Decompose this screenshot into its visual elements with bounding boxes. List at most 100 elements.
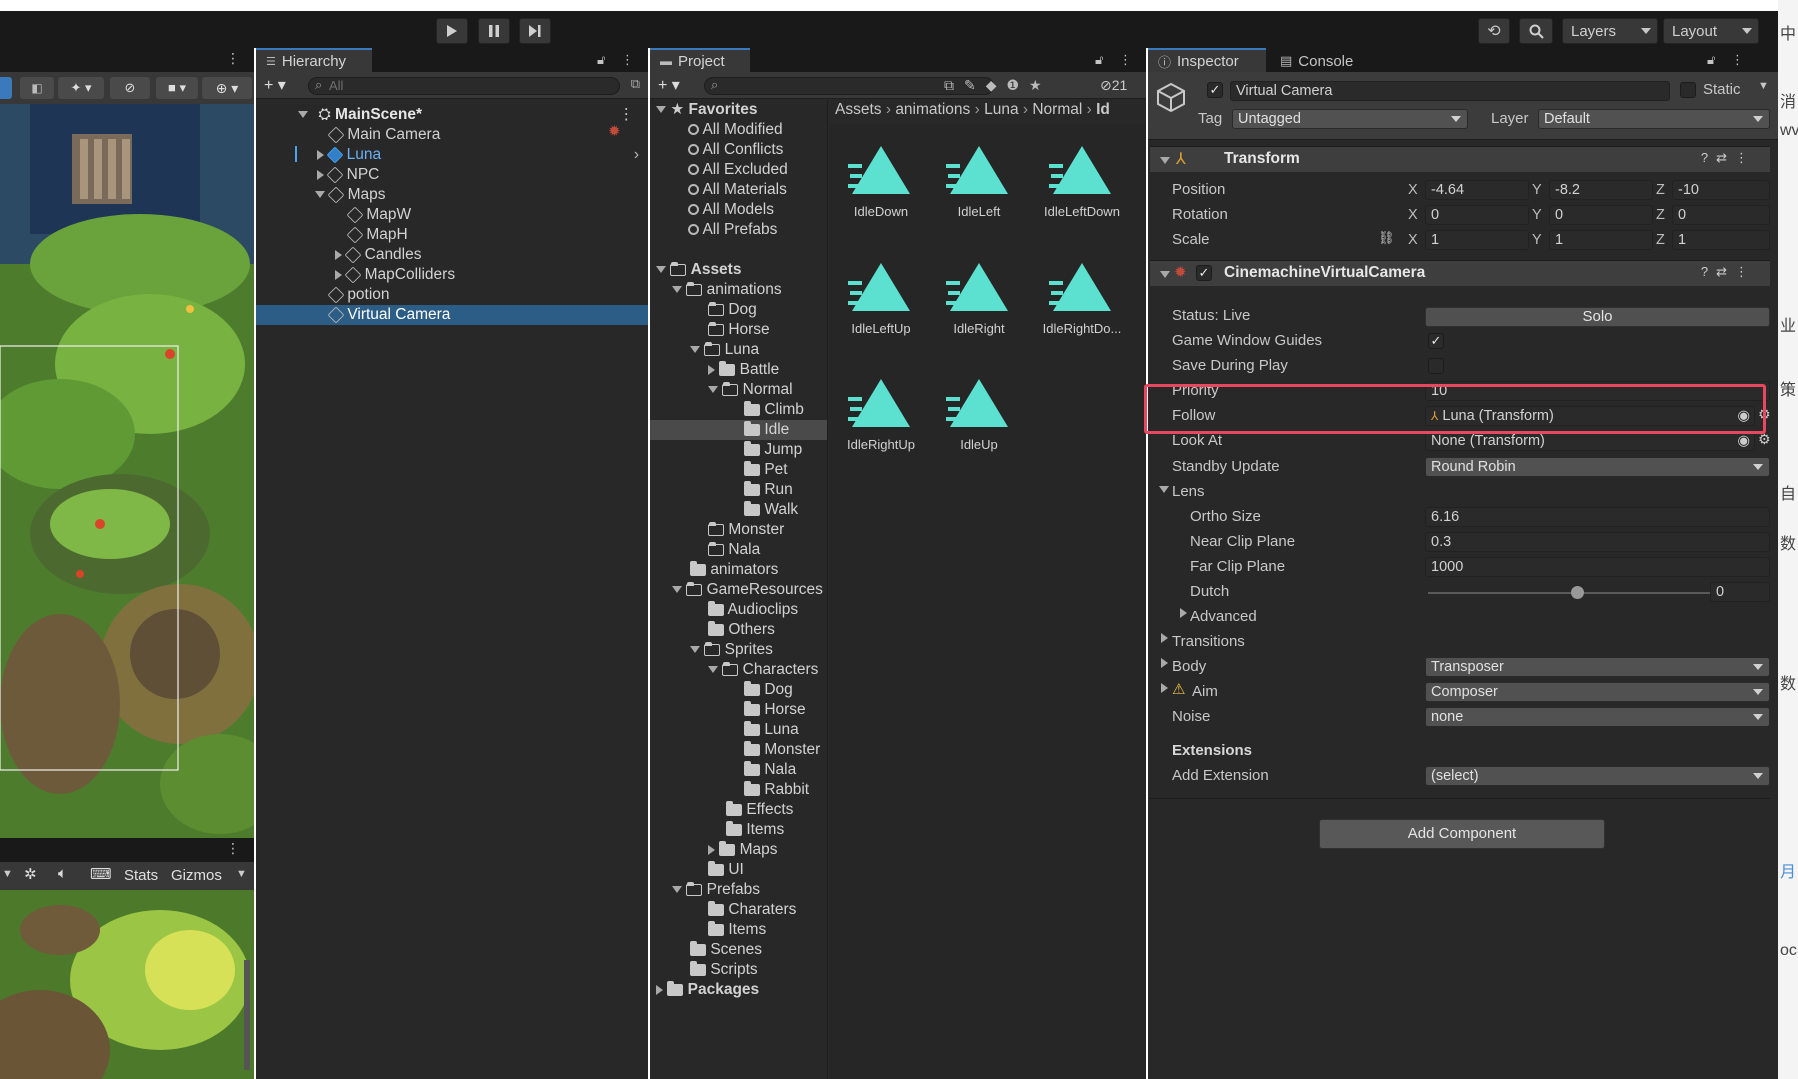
list-item[interactable]: Horse [708, 320, 770, 340]
ortho-size-field[interactable]: 6.16 [1425, 507, 1770, 527]
static-checkbox[interactable] [1680, 82, 1696, 98]
chevron-right-icon[interactable] [335, 269, 342, 280]
chevron-down-icon[interactable] [690, 646, 700, 654]
list-item[interactable]: Assets [656, 260, 741, 280]
chevron-right-icon[interactable] [1161, 633, 1168, 643]
add-icon[interactable]: + ▾ [658, 75, 680, 95]
tool-handle[interactable] [0, 77, 12, 99]
dutch-slider[interactable] [1428, 586, 1726, 599]
rotation-z-field[interactable]: 0 [1672, 205, 1770, 225]
list-item[interactable]: MapH [346, 225, 408, 245]
list-item[interactable]: UI [708, 860, 744, 880]
layers-dropdown[interactable]: Layers [1562, 18, 1658, 44]
object-picker-icon[interactable]: ◉ [1737, 432, 1750, 450]
scene-visibility-icon[interactable]: ⧉ [631, 76, 640, 92]
chevron-down-icon[interactable] [298, 111, 308, 119]
audio-icon[interactable]: 🔈︎ [58, 865, 67, 882]
history-button[interactable]: ⟲ [1478, 18, 1510, 44]
chevron-right-icon[interactable] [335, 249, 342, 260]
list-item[interactable]: MapColliders [335, 265, 455, 285]
gizmos-button[interactable]: Gizmos [171, 867, 222, 884]
transitions-label[interactable]: Transitions [1172, 632, 1245, 652]
list-item[interactable]: Jump [744, 440, 802, 460]
list-item[interactable]: animators [690, 560, 778, 580]
list-item[interactable]: All Modified [688, 120, 783, 140]
tab-project[interactable]: ▬ Project [650, 48, 750, 72]
save-during-play-checkbox[interactable] [1428, 358, 1444, 374]
list-item[interactable]: All Models [688, 200, 774, 220]
breadcrumb-item[interactable]: Assets [835, 101, 882, 118]
tag-dropdown[interactable]: Untagged [1232, 109, 1468, 129]
chevron-down-icon[interactable]: ▼ [2, 868, 13, 880]
tab-inspector[interactable]: ⓘ Inspector [1148, 48, 1266, 72]
stats-button[interactable]: Stats [124, 867, 158, 884]
list-item[interactable]: Walk [744, 500, 798, 520]
effects-toggle-icon[interactable]: ✦ ▾ [58, 77, 104, 99]
breadcrumb-item[interactable]: Normal [1032, 101, 1082, 118]
advanced-label[interactable]: Advanced [1190, 607, 1257, 627]
aim-label[interactable]: Aim [1192, 682, 1218, 702]
list-item[interactable]: All Excluded [688, 160, 788, 180]
lock-icon[interactable]: 🔓︎ ⋮ [597, 52, 640, 68]
chevron-right-icon[interactable] [1161, 658, 1168, 668]
list-item[interactable]: Charaters [708, 900, 796, 920]
more-icon[interactable]: ⋮ [619, 105, 635, 125]
aim-dropdown[interactable]: Composer [1425, 682, 1770, 702]
list-item[interactable]: All Prefabs [688, 220, 777, 240]
list-item[interactable]: MapW [346, 205, 411, 225]
hidden-packages-icon[interactable]: ⊘21 [1100, 77, 1127, 94]
list-item[interactable]: Maps [315, 185, 386, 205]
list-item[interactable]: Main Camera [327, 125, 440, 145]
list-item[interactable]: Monster [744, 740, 820, 760]
chevron-down-icon[interactable] [708, 666, 718, 674]
audio-toggle-icon[interactable]: ◧ [20, 77, 54, 99]
guides-checkbox[interactable]: ✓ [1428, 333, 1444, 349]
chevron-right-icon[interactable]: › [634, 145, 639, 165]
tab-console[interactable]: ▤ Console [1270, 48, 1380, 72]
chevron-down-icon[interactable] [1160, 157, 1170, 164]
chevron-right-icon[interactable] [317, 149, 324, 160]
transform-header[interactable]: ⅄ Transform ?⇄⋮ [1150, 146, 1770, 172]
camera-icon[interactable]: ■ ▾ [156, 77, 198, 99]
list-item[interactable]: animations [672, 280, 782, 300]
vcam-header[interactable]: ✹ ✓ CinemachineVirtualCamera ?⇄⋮ [1150, 260, 1770, 286]
chevron-down-icon[interactable] [708, 386, 718, 394]
chevron-right-icon[interactable] [1161, 683, 1168, 693]
asset-tile[interactable]: IdleDown [836, 144, 926, 219]
asset-tile[interactable]: IdleLeftUp [836, 261, 926, 336]
breadcrumb-item[interactable]: animations [895, 101, 970, 118]
position-y-field[interactable]: -8.2 [1549, 180, 1653, 200]
solo-button[interactable]: Solo [1425, 307, 1770, 327]
standby-dropdown[interactable]: Round Robin [1425, 457, 1770, 477]
lookat-object-field[interactable]: None (Transform) ◉ [1425, 431, 1755, 451]
lock-icon[interactable]: 🔓︎ ⋮ [1095, 52, 1138, 68]
tab-hierarchy[interactable]: ☰ Hierarchy [256, 48, 372, 72]
list-item[interactable]: GameResources [672, 580, 823, 600]
list-item[interactable]: Climb [744, 400, 804, 420]
more-icon[interactable]: ⋮ [226, 840, 240, 857]
component-menu-icons[interactable]: ?⇄⋮ [1701, 264, 1756, 280]
chevron-right-icon[interactable] [1180, 608, 1187, 618]
list-item[interactable]: Luna [690, 340, 759, 360]
list-item[interactable]: Luna › [317, 145, 647, 165]
component-menu-icons[interactable]: ?⇄⋮ [1701, 150, 1756, 166]
chevron-down-icon[interactable] [656, 266, 666, 274]
gizmo-icon[interactable]: ⊕ ▾ [202, 77, 252, 99]
list-item[interactable]: Candles [335, 245, 422, 265]
body-dropdown[interactable]: Transposer [1425, 657, 1770, 677]
chevron-down-icon[interactable] [656, 106, 666, 114]
chevron-right-icon[interactable] [708, 364, 715, 375]
slider-thumb[interactable] [1571, 586, 1584, 599]
game-viewport[interactable] [0, 890, 254, 1079]
chevron-down-icon[interactable] [672, 886, 682, 894]
near-clip-field[interactable]: 0.3 [1425, 532, 1770, 552]
list-item[interactable]: Prefabs [672, 880, 760, 900]
layout-dropdown[interactable]: Layout [1663, 18, 1759, 44]
list-item[interactable]: Audioclips [708, 600, 798, 620]
rotation-y-field[interactable]: 0 [1549, 205, 1653, 225]
filter-icons[interactable]: ⧉✎◆❶★ [944, 77, 1052, 94]
play-button[interactable] [436, 18, 468, 44]
list-item[interactable]: Items [726, 820, 784, 840]
list-item[interactable]: Luna [744, 720, 799, 740]
asset-tile[interactable]: IdleRightUp [836, 377, 926, 452]
